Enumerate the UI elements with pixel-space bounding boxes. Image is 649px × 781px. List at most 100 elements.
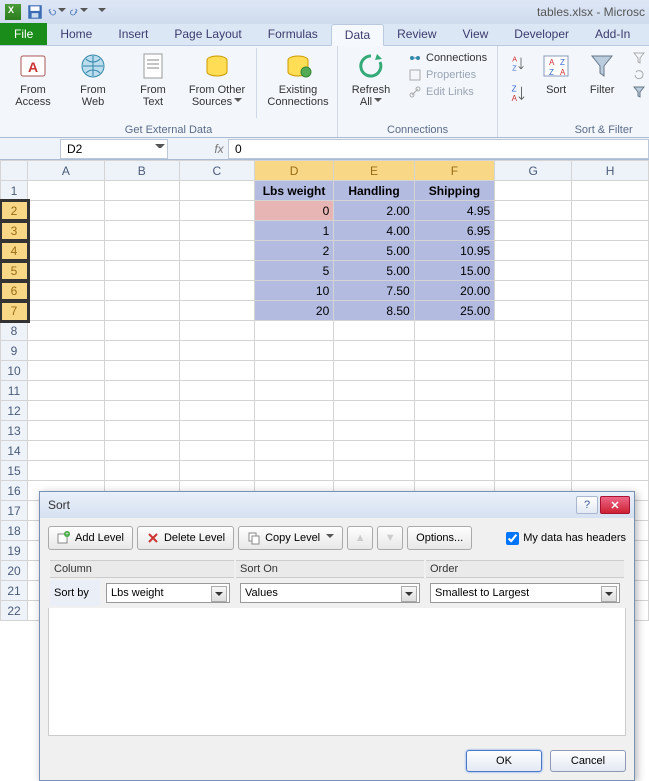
cell-C5[interactable] <box>179 261 254 281</box>
row-header-2[interactable]: 2 <box>1 201 28 221</box>
cell-D1[interactable]: Lbs weight <box>254 181 334 201</box>
dialog-titlebar[interactable]: Sort ? ✕ <box>40 492 634 518</box>
cell-E11[interactable] <box>334 381 414 401</box>
row-header-18[interactable]: 18 <box>1 521 28 541</box>
cell-C1[interactable] <box>179 181 254 201</box>
cell-E5[interactable]: 5.00 <box>334 261 414 281</box>
cell-G1[interactable] <box>495 181 572 201</box>
ok-button[interactable]: OK <box>466 750 542 772</box>
cell-B11[interactable] <box>104 381 179 401</box>
cell-E2[interactable]: 2.00 <box>334 201 414 221</box>
cell-C15[interactable] <box>179 461 254 481</box>
cell-A10[interactable] <box>28 361 105 381</box>
cell-F14[interactable] <box>414 441 494 461</box>
advanced-button[interactable]: Advanced <box>628 84 649 100</box>
cell-E13[interactable] <box>334 421 414 441</box>
tab-review[interactable]: Review <box>384 23 449 45</box>
cell-B10[interactable] <box>104 361 179 381</box>
cell-E6[interactable]: 7.50 <box>334 281 414 301</box>
cell-G3[interactable] <box>495 221 572 241</box>
cell-B4[interactable] <box>104 241 179 261</box>
cell-F3[interactable]: 6.95 <box>414 221 494 241</box>
undo-icon[interactable] <box>48 3 66 21</box>
column-header-F[interactable]: F <box>414 161 494 181</box>
help-icon[interactable]: ? <box>576 496 598 514</box>
cell-G15[interactable] <box>495 461 572 481</box>
cell-F9[interactable] <box>414 341 494 361</box>
cell-C8[interactable] <box>179 321 254 341</box>
clear-button[interactable]: Clear <box>628 50 649 66</box>
sort-za-button[interactable]: ZA <box>504 80 530 108</box>
cell-A5[interactable] <box>28 261 105 281</box>
row-header-4[interactable]: 4 <box>1 241 28 261</box>
cell-D8[interactable] <box>254 321 334 341</box>
column-header-E[interactable]: E <box>334 161 414 181</box>
tab-view[interactable]: View <box>450 23 502 45</box>
cell-D14[interactable] <box>254 441 334 461</box>
cell-C9[interactable] <box>179 341 254 361</box>
cell-C13[interactable] <box>179 421 254 441</box>
refresh-all-button[interactable]: Refresh All <box>344 48 398 108</box>
cell-C14[interactable] <box>179 441 254 461</box>
row-header-16[interactable]: 16 <box>1 481 28 501</box>
cell-E10[interactable] <box>334 361 414 381</box>
cell-E8[interactable] <box>334 321 414 341</box>
cell-B8[interactable] <box>104 321 179 341</box>
cell-H13[interactable] <box>572 421 649 441</box>
sorton-dropdown[interactable]: Values <box>240 583 420 603</box>
cell-D10[interactable] <box>254 361 334 381</box>
row-header-12[interactable]: 12 <box>1 401 28 421</box>
delete-level-button[interactable]: Delete Level <box>137 526 234 550</box>
tab-data[interactable]: Data <box>331 24 384 46</box>
row-header-22[interactable]: 22 <box>1 601 28 621</box>
cell-C4[interactable] <box>179 241 254 261</box>
column-dropdown[interactable]: Lbs weight <box>106 583 230 603</box>
row-header-7[interactable]: 7 <box>1 301 28 321</box>
cell-D13[interactable] <box>254 421 334 441</box>
cell-B7[interactable] <box>104 301 179 321</box>
cell-D9[interactable] <box>254 341 334 361</box>
cell-H12[interactable] <box>572 401 649 421</box>
cell-G13[interactable] <box>495 421 572 441</box>
cell-H7[interactable] <box>572 301 649 321</box>
cancel-button[interactable]: Cancel <box>550 750 626 772</box>
filter-button[interactable]: Filter <box>582 48 622 96</box>
from-text-button[interactable]: From Text <box>126 48 180 108</box>
cell-F10[interactable] <box>414 361 494 381</box>
cell-B9[interactable] <box>104 341 179 361</box>
cell-A11[interactable] <box>28 381 105 401</box>
row-header-11[interactable]: 11 <box>1 381 28 401</box>
qat-customize-icon[interactable] <box>92 3 110 21</box>
cell-A13[interactable] <box>28 421 105 441</box>
from-access-button[interactable]: A From Access <box>6 48 60 108</box>
cell-A6[interactable] <box>28 281 105 301</box>
cell-A14[interactable] <box>28 441 105 461</box>
cell-D12[interactable] <box>254 401 334 421</box>
row-header-8[interactable]: 8 <box>1 321 28 341</box>
cell-B3[interactable] <box>104 221 179 241</box>
cell-D7[interactable]: 20 <box>254 301 334 321</box>
row-header-3[interactable]: 3 <box>1 221 28 241</box>
cell-C7[interactable] <box>179 301 254 321</box>
sort-button[interactable]: AZZA Sort <box>536 48 576 96</box>
cell-D2[interactable]: 0 <box>254 201 334 221</box>
cell-G14[interactable] <box>495 441 572 461</box>
cell-A1[interactable] <box>28 181 105 201</box>
cell-H4[interactable] <box>572 241 649 261</box>
edit-links-button[interactable]: Edit Links <box>404 84 491 100</box>
cell-G11[interactable] <box>495 381 572 401</box>
cell-F1[interactable]: Shipping <box>414 181 494 201</box>
row-header-17[interactable]: 17 <box>1 501 28 521</box>
row-header-5[interactable]: 5 <box>1 261 28 281</box>
cell-G6[interactable] <box>495 281 572 301</box>
cell-F4[interactable]: 10.95 <box>414 241 494 261</box>
cell-C10[interactable] <box>179 361 254 381</box>
cell-D5[interactable]: 5 <box>254 261 334 281</box>
row-header-6[interactable]: 6 <box>1 281 28 301</box>
cell-B1[interactable] <box>104 181 179 201</box>
cell-B14[interactable] <box>104 441 179 461</box>
cell-H1[interactable] <box>572 181 649 201</box>
cell-H10[interactable] <box>572 361 649 381</box>
column-header-D[interactable]: D <box>254 161 334 181</box>
reapply-button[interactable]: Reapply <box>628 67 649 83</box>
